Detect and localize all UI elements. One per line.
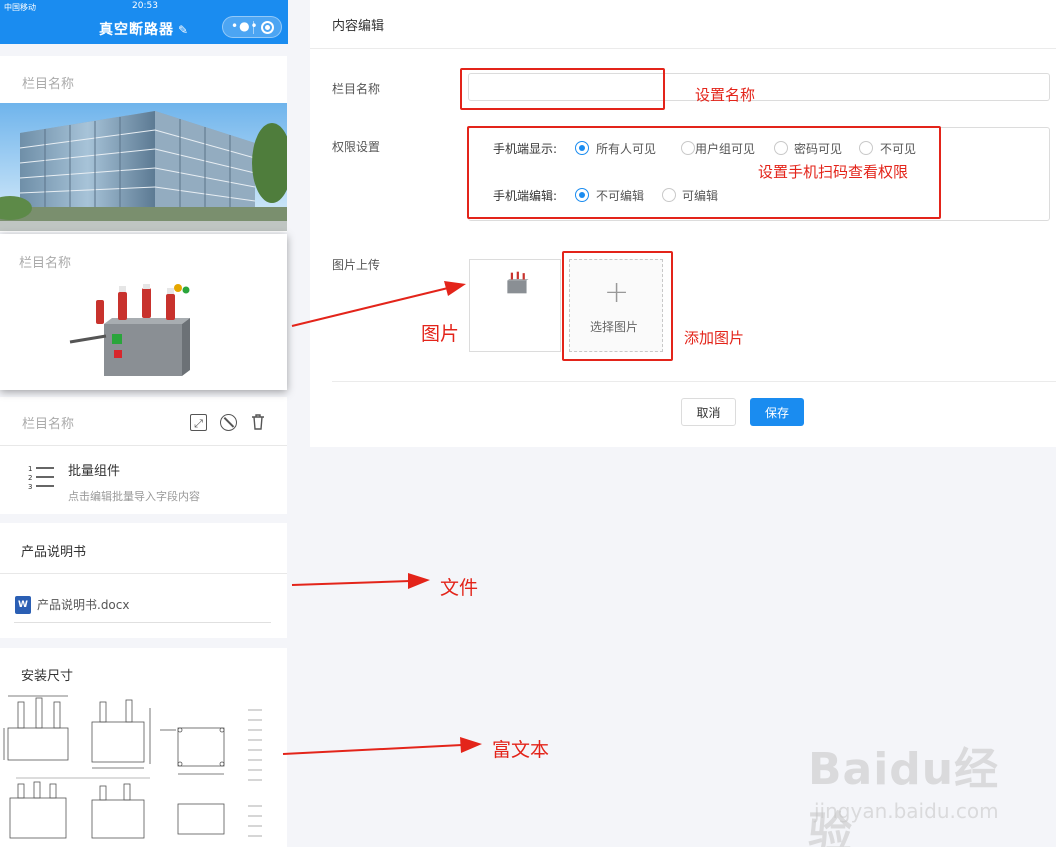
batch-column-card[interactable]: 栏目名称 ⤢ 1 2 3 批量组件 点击编辑批量导入字段内容 [0,397,287,514]
cancel-button[interactable]: 取消 [681,398,736,426]
annotation-picture: 图片 [421,323,460,345]
phone-header: 中国移动 20:53 真空断路器 ✎ •●• [0,0,288,44]
image-upload-label: 图片上传 [332,258,381,272]
breaker-thumbnail-image [507,271,529,294]
footer-divider [332,381,1056,382]
save-button[interactable]: 保存 [750,398,804,426]
mini-program-capsule[interactable]: •●• [222,16,282,38]
editor-title: 内容编辑 [332,19,385,34]
column-name-label: 栏目名称 [22,417,75,432]
capsule-divider [253,21,254,34]
more-dots-icon[interactable]: •●• [231,19,259,33]
word-doc-icon: W [15,596,31,614]
card-divider [0,573,287,574]
permission-label: 权限设置 [332,140,381,154]
arrow-to-file [291,580,411,586]
manual-title: 产品说明书 [21,545,87,560]
status-time: 20:53 [132,1,158,11]
batch-title: 批量组件 [68,464,121,479]
annotation-rich-text: 富文本 [492,739,550,761]
phone-preview: 中国移动 20:53 真空断路器 ✎ •●• 栏目名称 栏目名称 栏目名称 ⤢ … [0,0,288,847]
file-name[interactable]: 产品说明书.docx [37,596,129,613]
building-image [0,103,287,231]
breaker-image [69,284,190,376]
content-editor-panel: 内容编辑 栏目名称 权限设置 手机端显示: 所有人可见 用户组可见 密码可见 不… [310,0,1056,447]
install-column-card[interactable]: 安装尺寸 [0,648,287,847]
dimension-drawing [3,695,262,839]
svg-text:3: 3 [28,483,32,490]
arrow-to-rich-text [282,744,463,755]
carrier-status: 中国移动 [4,3,36,12]
column-name-label: 栏目名称 [19,256,72,271]
building-column-card[interactable]: 栏目名称 [0,56,287,232]
install-title: 安装尺寸 [21,669,74,684]
name-highlight-box [460,68,665,110]
column-name-label: 栏目名称 [332,82,381,96]
pencil-icon[interactable]: ✎ [178,23,189,37]
batch-description: 点击编辑批量导入字段内容 [68,490,200,503]
building-illustration [0,103,287,231]
editor-divider [310,48,1056,49]
manual-column-card[interactable]: 产品说明书 W 产品说明书.docx [0,523,287,638]
watermark-sub: jingyan.baidu.com [814,799,999,823]
ban-icon[interactable] [220,414,237,431]
expand-icon[interactable]: ⤢ [190,414,207,431]
annotation-set-permission: 设置手机扫码查看权限 [758,163,909,181]
annotation-file: 文件 [440,577,479,599]
phone-title-text: 真空断路器 [98,22,174,38]
annotation-set-name: 设置名称 [695,86,756,104]
svg-text:2: 2 [28,474,32,482]
add-image-highlight-box [562,251,673,361]
trash-icon[interactable] [249,414,266,431]
card-divider [0,445,287,446]
column-name-label: 栏目名称 [22,77,75,92]
file-underline [14,622,271,623]
numbered-list-icon: 1 2 3 [28,465,54,490]
svg-text:1: 1 [28,465,32,473]
baidu-watermark: Baidu经验 jingyan.baidu.com [808,725,1018,847]
annotation-add-picture: 添加图片 [684,329,745,347]
breaker-column-card[interactable]: 栏目名称 [0,234,287,390]
target-circle-icon[interactable] [261,21,274,34]
watermark-main: Baidu经验 [808,744,1000,847]
uploaded-image-thumbnail[interactable] [469,259,561,352]
